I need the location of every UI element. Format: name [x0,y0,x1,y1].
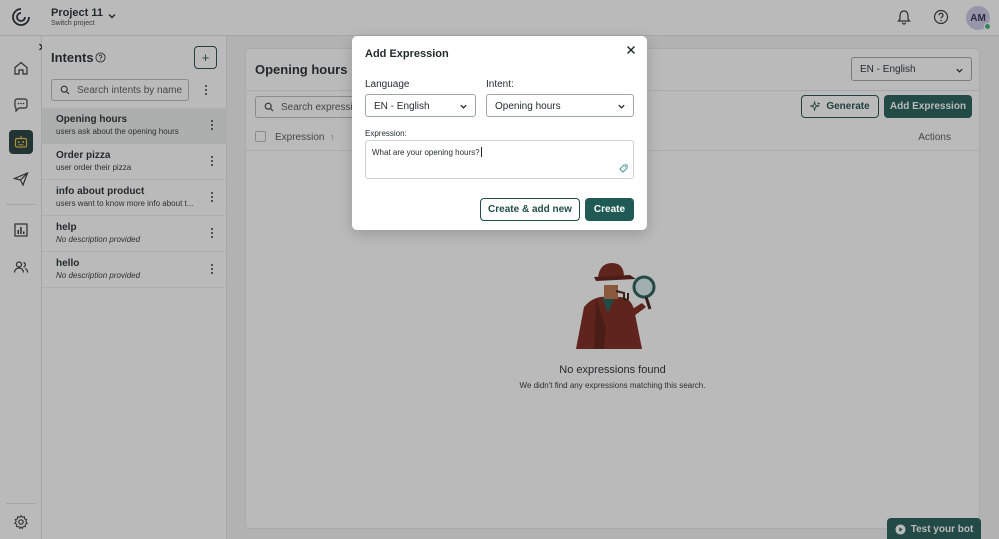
dialog-intent-select[interactable]: Opening hours [486,94,634,117]
dialog-language-value: EN - English [374,101,430,112]
dialog-title: Add Expression [365,48,449,60]
add-expression-dialog: Add Expression Language EN - English Int… [352,36,647,230]
expression-input[interactable]: What are your opening hours? [365,140,634,179]
dialog-language-select[interactable]: EN - English [365,94,476,117]
create-and-add-new-button[interactable]: Create & add new [480,198,580,221]
chevron-down-icon [460,104,467,109]
language-label: Language [365,79,410,90]
expression-input-value: What are your opening hours? [372,148,480,157]
create-button[interactable]: Create [585,198,634,221]
dialog-intent-value: Opening hours [495,101,561,112]
chevron-down-icon [618,104,625,109]
text-caret [480,147,482,157]
expression-label: Expression: [365,129,407,138]
tag-icon[interactable] [619,164,628,173]
intent-label: Intent: [486,79,514,90]
close-icon[interactable] [625,44,637,56]
